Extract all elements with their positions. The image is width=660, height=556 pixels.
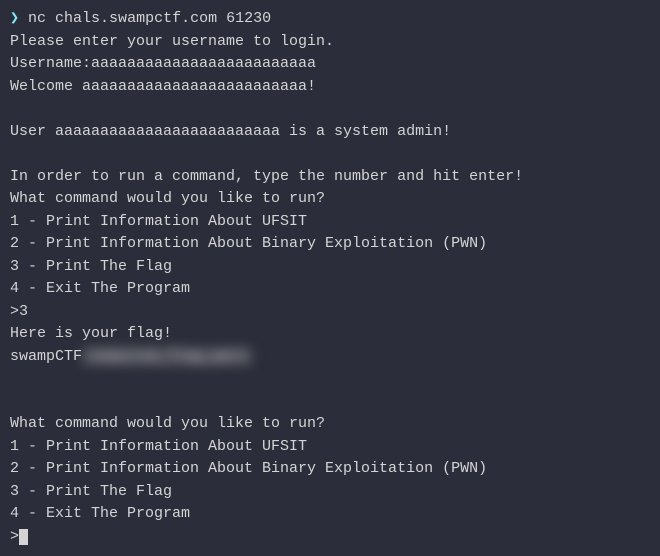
- menu-header-2: What command would you like to run?: [10, 413, 650, 436]
- flag-prefix: swampCTF: [10, 348, 82, 365]
- user-input: 3: [19, 303, 28, 320]
- input-line-1: >3: [10, 301, 650, 324]
- menu-item-1b: 1 - Print Information About UFSIT: [10, 436, 650, 459]
- blank-line: [10, 368, 650, 391]
- flag-intro: Here is your flag!: [10, 323, 650, 346]
- admin-message: User aaaaaaaaaaaaaaaaaaaaaaaaa is a syst…: [10, 121, 650, 144]
- input-prompt: >: [10, 303, 19, 320]
- blank-line: [10, 143, 650, 166]
- welcome-line: Welcome aaaaaaaaaaaaaaaaaaaaaaaaa!: [10, 76, 650, 99]
- blank-line: [10, 98, 650, 121]
- input-prompt-2: >: [10, 528, 19, 545]
- input-line-2[interactable]: >: [10, 526, 650, 549]
- cursor: [19, 529, 28, 545]
- login-prompt: Please enter your username to login.: [10, 31, 650, 54]
- command-line: ❯ nc chals.swampctf.com 61230: [10, 8, 650, 31]
- menu-item-4b: 4 - Exit The Program: [10, 503, 650, 526]
- menu-item-3b: 3 - Print The Flag: [10, 481, 650, 504]
- menu-item-4: 4 - Exit The Program: [10, 278, 650, 301]
- command-text: nc chals.swampctf.com 61230: [28, 10, 271, 27]
- menu-item-1: 1 - Print Information About UFSIT: [10, 211, 650, 234]
- menu-item-3: 3 - Print The Flag: [10, 256, 650, 279]
- prompt-symbol: ❯: [10, 10, 19, 27]
- menu-item-2: 2 - Print Information About Binary Explo…: [10, 233, 650, 256]
- blank-line: [10, 391, 650, 414]
- menu-item-2b: 2 - Print Information About Binary Explo…: [10, 458, 650, 481]
- flag-line: swampCTFredacted_flag_part: [10, 346, 650, 369]
- username-line: Username:aaaaaaaaaaaaaaaaaaaaaaaaa: [10, 53, 650, 76]
- menu-header: What command would you like to run?: [10, 188, 650, 211]
- instructions-line: In order to run a command, type the numb…: [10, 166, 650, 189]
- flag-hidden: redacted_flag_part: [82, 348, 252, 365]
